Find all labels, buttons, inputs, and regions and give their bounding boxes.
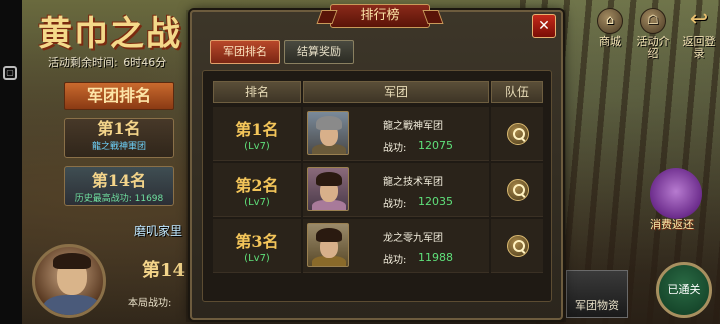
my-rank-label: 第14名 [91,171,147,190]
remaining-time: 活动剩余时间: 6时46分 [46,54,166,70]
team-cell [491,107,543,161]
rank-label: 第2名 [235,176,279,195]
gift-label[interactable]: 消费返还 [650,216,694,232]
female-portrait [307,167,349,211]
rank-level: (Lv7) [244,253,270,264]
return-label: 返回登录 [682,35,716,60]
my-rank-card[interactable]: 第14名 历史最高战功: 11698 [64,166,174,206]
activity-label: 活动介绍 [636,35,670,60]
rank-label: 第1名 [235,120,279,139]
activity-button[interactable]: ☖ 活动介绍 [634,8,672,60]
first-rank-guild: 龍之戰神軍团 [91,142,146,152]
rank-cell: 第3名 (Lv7) [213,219,301,273]
view-team-search-icon[interactable] [507,179,529,201]
guild-cell: 龍之技术军团 战功: 12035 [303,163,489,217]
helmeted-general-portrait [307,111,349,155]
shop-button[interactable]: ⌂ 商城 [590,8,630,48]
table-row: 第2名 (Lv7) 龍之技术军团 战功: 12035 [213,163,543,217]
guild-cell: 龙之零九军团 战功: 11988 [303,219,489,273]
guild-link[interactable]: 磨叽家里 [134,222,182,239]
team-cell [491,163,543,217]
first-rank-label: 第1名 [97,119,141,138]
rank-level: (Lv7) [244,197,270,208]
power-label: 战功: [383,255,407,266]
column-rank: 排名 [213,81,301,103]
table-row: 第3名 (Lv7) 龙之零九军团 战功: 11988 [213,219,543,273]
shop-label: 商城 [599,35,621,48]
battle-score-label: 本局战功: [128,298,172,309]
left-edge-bar: ▢ [0,0,22,324]
column-guild: 军团 [303,81,489,103]
activity-icon: ☖ [640,8,666,34]
guild-cell: 龍之戰神军团 战功: 12075 [303,107,489,161]
guild-name: 龙之零九军团 [383,233,443,244]
view-team-search-icon[interactable] [507,123,529,145]
leaderboard-modal: 排行榜 ✕ 军团排名 结算奖励 排名 军团 队伍 第1名 (Lv7) 龍之戰神军… [190,4,563,320]
current-rank-label: 第14 [142,260,186,281]
tab-settlement-reward[interactable]: 结算奖励 [284,40,354,64]
system-menu-icon[interactable]: ▢ [3,66,17,80]
power-label: 战功: [383,143,407,154]
shop-icon: ⌂ [597,8,623,34]
remaining-label: 活动剩余时间: [48,56,118,69]
guild-rank-banner: 军团排名 [64,82,174,110]
remaining-value: 6时46分 [123,56,167,69]
table-header: 排名 军团 队伍 [213,81,543,103]
modal-title: 排行榜 [330,4,430,28]
guild-name: 龍之技术军团 [383,177,443,188]
rank-level: (Lv7) [244,141,270,152]
return-login-button[interactable]: ↩ 返回登录 [680,8,718,60]
scholar-general-portrait [307,223,349,267]
history-best-score: 历史最高战功: 11698 [74,194,164,204]
event-title: 黄巾之战 [38,14,182,54]
column-team: 队伍 [491,81,543,103]
leaderboard-table: 排名 军团 队伍 第1名 (Lv7) 龍之戰神军团 战功: 12075 第2名 [202,70,552,302]
first-rank-card[interactable]: 第1名 龍之戰神軍团 [64,118,174,158]
return-arrow-icon: ↩ [689,7,709,32]
gift-icon[interactable] [650,168,702,220]
power-value: 12035 [418,195,453,208]
player-avatar[interactable] [32,244,106,318]
rank-label: 第3名 [235,232,279,251]
team-cell [491,219,543,273]
close-button[interactable]: ✕ [532,14,556,38]
power-label: 战功: [383,199,407,210]
view-team-search-icon[interactable] [507,235,529,257]
power-value: 12075 [418,139,453,152]
rank-cell: 第2名 (Lv7) [213,163,301,217]
rank-cell: 第1名 (Lv7) [213,107,301,161]
table-row: 第1名 (Lv7) 龍之戰神军团 战功: 12075 [213,107,543,161]
power-value: 11988 [418,251,453,264]
cleared-button[interactable]: 已通关 [656,262,712,318]
guild-supply-button[interactable]: 军团物资 [566,270,628,318]
tab-guild-rank[interactable]: 军团排名 [210,40,280,64]
guild-name: 龍之戰神军团 [383,121,443,132]
